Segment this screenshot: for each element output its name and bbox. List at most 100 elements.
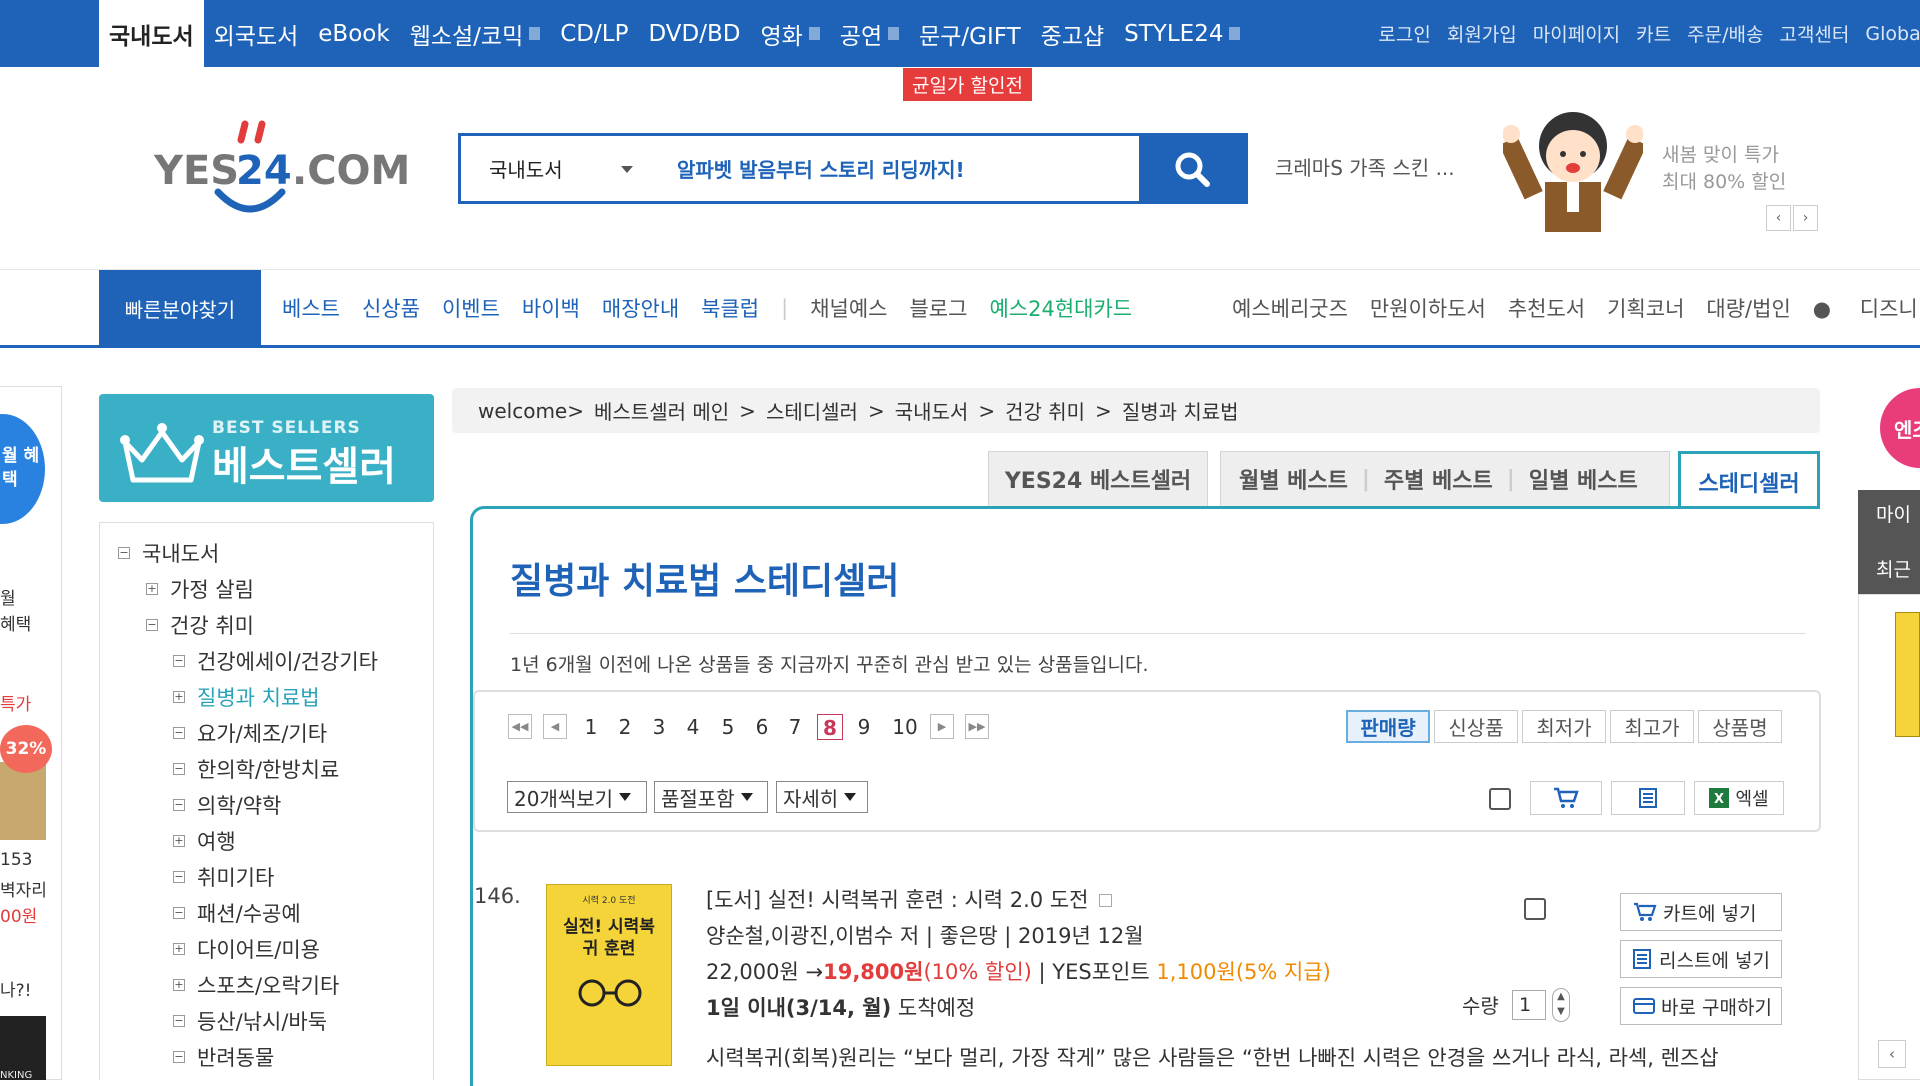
page-link[interactable]: 7 — [782, 714, 808, 740]
support-link[interactable]: 고객센터 — [1779, 20, 1849, 47]
add-to-cart-button[interactable]: 카트에 넣기 — [1620, 893, 1782, 931]
quantity-input[interactable]: 1 — [1512, 990, 1546, 1020]
nav2-bookclub[interactable]: 북클럽 — [701, 293, 759, 323]
product-cover-image[interactable]: 시력 2.0 도전 실전! 시력복귀 훈련 — [546, 884, 672, 1066]
tab-monthly[interactable]: 월별 베스트 — [1239, 463, 1348, 495]
search-input[interactable] — [675, 136, 1095, 201]
bulk-list-button[interactable] — [1611, 781, 1685, 815]
tab-steadyseller[interactable]: 스테디셀러 — [1678, 451, 1820, 509]
edge-product-image[interactable] — [0, 762, 46, 840]
global-link[interactable]: Global — [1865, 23, 1920, 45]
topnav-item-ebook[interactable]: eBook — [308, 0, 399, 67]
recent-item-image[interactable] — [1895, 612, 1920, 737]
collapse-icon[interactable]: − — [173, 907, 185, 919]
collapse-icon[interactable]: − — [173, 655, 185, 667]
sort-new[interactable]: 신상품 — [1434, 710, 1518, 743]
tree-item-health-essay[interactable]: − 건강에세이/건강기타 — [173, 646, 378, 676]
first-page-button[interactable]: ◀◀ — [508, 714, 532, 739]
breadcrumb-home[interactable]: welcome> — [478, 399, 584, 423]
expand-icon[interactable]: + — [173, 835, 185, 847]
nav2-event[interactable]: 이벤트 — [442, 293, 500, 323]
topnav-item-style24[interactable]: STYLE24 — [1114, 0, 1250, 67]
sort-lowest[interactable]: 최저가 — [1522, 710, 1606, 743]
new-window-icon[interactable] — [1099, 894, 1113, 907]
topnav-item-webnovel[interactable]: 웹소설/코믹 — [400, 0, 551, 67]
search-category-select[interactable]: 국내도서 — [461, 136, 651, 201]
page-link[interactable]: 10 — [889, 714, 921, 740]
nav2-under10k[interactable]: 만원이하도서 — [1370, 293, 1486, 323]
signup-link[interactable]: 회원가입 — [1447, 20, 1517, 47]
tab-yes24-bestseller[interactable]: YES24 베스트셀러 — [988, 451, 1208, 506]
expand-icon[interactable]: + — [173, 943, 185, 955]
tree-item-oriental-medicine[interactable]: − 한의학/한방치료 — [173, 754, 339, 784]
topnav-item-dvdbd[interactable]: DVD/BD — [638, 0, 750, 67]
product-checkbox[interactable] — [1524, 898, 1546, 920]
collapse-icon[interactable]: − — [173, 763, 185, 775]
product-title-link[interactable]: [도서] 실전! 시력복귀 훈련 : 시력 2.0 도전 — [706, 888, 1088, 912]
nav2-blog[interactable]: 블로그 — [909, 293, 967, 323]
nav2-card[interactable]: 예스24현대카드 — [989, 293, 1132, 323]
nav2-best[interactable]: 베스트 — [282, 293, 340, 323]
current-page[interactable]: 8 — [817, 714, 843, 740]
nav2-bulk[interactable]: 대량/법인 — [1706, 293, 1790, 323]
breadcrumb-item[interactable]: 건강 취미 — [1005, 396, 1085, 425]
nav2-channel-yes[interactable]: 채널예스 — [810, 293, 887, 323]
right-mypage-link[interactable]: 마이 — [1876, 500, 1911, 527]
page-link[interactable]: 1 — [578, 714, 604, 740]
expand-icon[interactable]: + — [173, 691, 185, 703]
edge-product-image[interactable]: NKING — [0, 1016, 46, 1081]
sort-sales[interactable]: 판매량 — [1346, 710, 1430, 743]
topnav-item-movie[interactable]: 영화 — [750, 0, 829, 67]
breadcrumb-item[interactable]: 국내도서 — [895, 396, 969, 425]
tree-item-outdoor[interactable]: − 등산/낚시/바둑 — [173, 1006, 327, 1036]
collapse-icon[interactable]: − — [173, 1051, 185, 1063]
tree-item-diet-beauty[interactable]: + 다이어트/미용 — [173, 934, 320, 964]
expand-icon[interactable]: + — [173, 979, 185, 991]
orders-link[interactable]: 주문/배송 — [1687, 20, 1763, 47]
ad-prev-button[interactable]: ‹ — [1766, 205, 1791, 231]
keyword-ad-link[interactable]: 크레마S 가족 스킨 ... — [1275, 152, 1455, 181]
tree-item-yoga[interactable]: − 요가/체조/기타 — [173, 718, 327, 748]
breadcrumb-item[interactable]: 베스트셀러 메인 — [594, 396, 729, 425]
tab-daily[interactable]: 일별 베스트 — [1529, 463, 1638, 495]
topnav-item-cdlp[interactable]: CD/LP — [550, 0, 638, 67]
nav2-planning[interactable]: 기획코너 — [1607, 293, 1684, 323]
topnav-item-domestic[interactable]: 국내도서 — [99, 0, 204, 67]
view-mode-select[interactable]: 자세히 — [776, 781, 868, 813]
tree-item-pets[interactable]: − 반려동물 — [173, 1042, 274, 1072]
next-page-button[interactable]: ▶ — [930, 714, 954, 739]
tree-item-travel[interactable]: + 여행 — [173, 826, 236, 856]
collapse-icon[interactable]: − — [146, 619, 158, 631]
quantity-stepper[interactable]: ▲ ▼ — [1552, 988, 1570, 1022]
buy-now-button[interactable]: 바로 구매하기 — [1620, 987, 1782, 1025]
chevron-down-icon[interactable]: ▼ — [1553, 1004, 1569, 1019]
tree-item-hobby-etc[interactable]: − 취미기타 — [173, 862, 274, 892]
excel-export-button[interactable]: X 엑셀 — [1694, 781, 1784, 815]
login-link[interactable]: 로그인 — [1378, 20, 1430, 47]
quick-category-button[interactable]: 빠른분야찾기 — [99, 270, 261, 346]
select-all-checkbox[interactable] — [1489, 788, 1511, 810]
collapse-icon[interactable]: − — [173, 1015, 185, 1027]
tree-item-disease-treatment[interactable]: + 질병과 치료법 — [173, 682, 320, 712]
nav2-goods[interactable]: 예스베리굿즈 — [1232, 293, 1348, 323]
tree-item-domestic[interactable]: − 국내도서 — [118, 538, 219, 568]
page-link[interactable]: 3 — [646, 714, 672, 740]
collapse-icon[interactable]: − — [173, 871, 185, 883]
character-illustration[interactable] — [1499, 104, 1647, 234]
right-recent-link[interactable]: 최근 — [1876, 555, 1911, 582]
bulk-cart-button[interactable] — [1530, 781, 1602, 815]
tree-item-fashion-craft[interactable]: − 패션/수공예 — [173, 898, 301, 928]
mypage-link[interactable]: 마이페이지 — [1533, 20, 1620, 47]
promo-badge[interactable]: 균일가 할인전 — [903, 68, 1032, 101]
page-link[interactable]: 5 — [715, 714, 741, 740]
search-button[interactable] — [1139, 136, 1245, 201]
add-to-list-button[interactable]: 리스트에 넣기 — [1620, 940, 1782, 978]
page-link[interactable]: 2 — [612, 714, 638, 740]
expand-icon[interactable]: + — [146, 583, 158, 595]
prev-page-button[interactable]: ◀ — [543, 714, 567, 739]
tree-item-medicine[interactable]: − 의학/약학 — [173, 790, 281, 820]
last-page-button[interactable]: ▶▶ — [965, 714, 989, 739]
topnav-item-used[interactable]: 중고샵 — [1031, 0, 1114, 67]
promo-ad-text[interactable]: 새봄 맞이 특가 최대 80% 할인 — [1662, 142, 1786, 196]
recent-prev-button[interactable]: ‹ — [1878, 1040, 1906, 1068]
